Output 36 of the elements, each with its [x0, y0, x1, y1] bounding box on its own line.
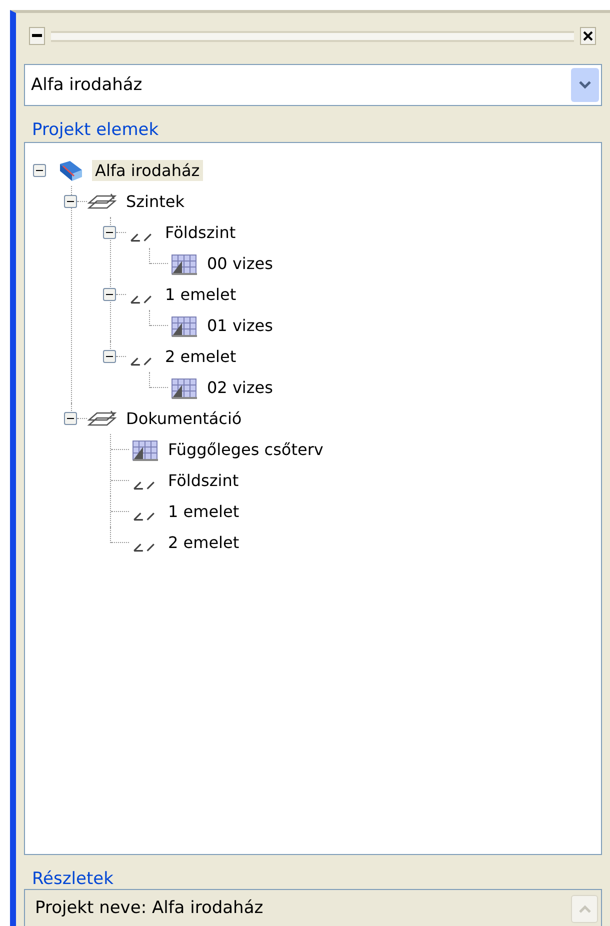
details-field: Projekt neve: Alfa irodaház — [24, 889, 602, 926]
collapse-icon[interactable] — [64, 412, 77, 425]
tree-item[interactable]: Alfa irodaház — [92, 160, 203, 181]
close-icon — [583, 31, 593, 41]
tree-item[interactable]: Szintek — [123, 191, 188, 212]
tree-item[interactable]: Függőleges csőterv — [165, 439, 326, 460]
collapse-icon[interactable] — [103, 226, 116, 239]
project-dropdown[interactable]: Alfa irodaház — [24, 64, 602, 106]
tree-item[interactable]: 1 emelet — [165, 501, 242, 522]
plane-lines-icon — [133, 480, 155, 490]
collapse-icon[interactable] — [33, 164, 46, 177]
tree-item[interactable]: 02 vizes — [204, 377, 276, 398]
plane-lines-icon — [133, 512, 155, 520]
tree-item[interactable]: Földszint — [165, 470, 242, 491]
group-title: Részletek — [31, 869, 114, 889]
collapse-icon[interactable] — [103, 288, 116, 301]
tree-item[interactable]: 00 vizes — [204, 253, 276, 274]
plane-lines-icon — [130, 294, 152, 304]
collapse-icon[interactable] — [64, 195, 77, 208]
plane-lines-icon — [133, 542, 155, 552]
tree-item[interactable]: 2 emelet — [162, 346, 240, 367]
plane-lines-icon — [130, 232, 152, 242]
chevron-down-icon — [578, 80, 592, 90]
minus-icon — [32, 34, 42, 38]
minimize-button[interactable] — [29, 27, 45, 45]
tree-item[interactable]: 1 emelet — [162, 284, 240, 305]
dropdown-button[interactable] — [571, 68, 599, 102]
tree-item[interactable]: 2 emelet — [165, 532, 242, 553]
tree-item[interactable]: Földszint — [162, 222, 239, 243]
close-button[interactable] — [580, 27, 596, 45]
group-title: Projekt elemek — [31, 120, 160, 142]
chevron-up-icon — [578, 904, 592, 914]
tree-item[interactable]: Dokumentáció — [123, 408, 245, 429]
collapse-icon[interactable] — [103, 350, 116, 363]
plane-lines-icon — [130, 356, 152, 366]
tree-item[interactable]: 01 vizes — [204, 315, 276, 336]
